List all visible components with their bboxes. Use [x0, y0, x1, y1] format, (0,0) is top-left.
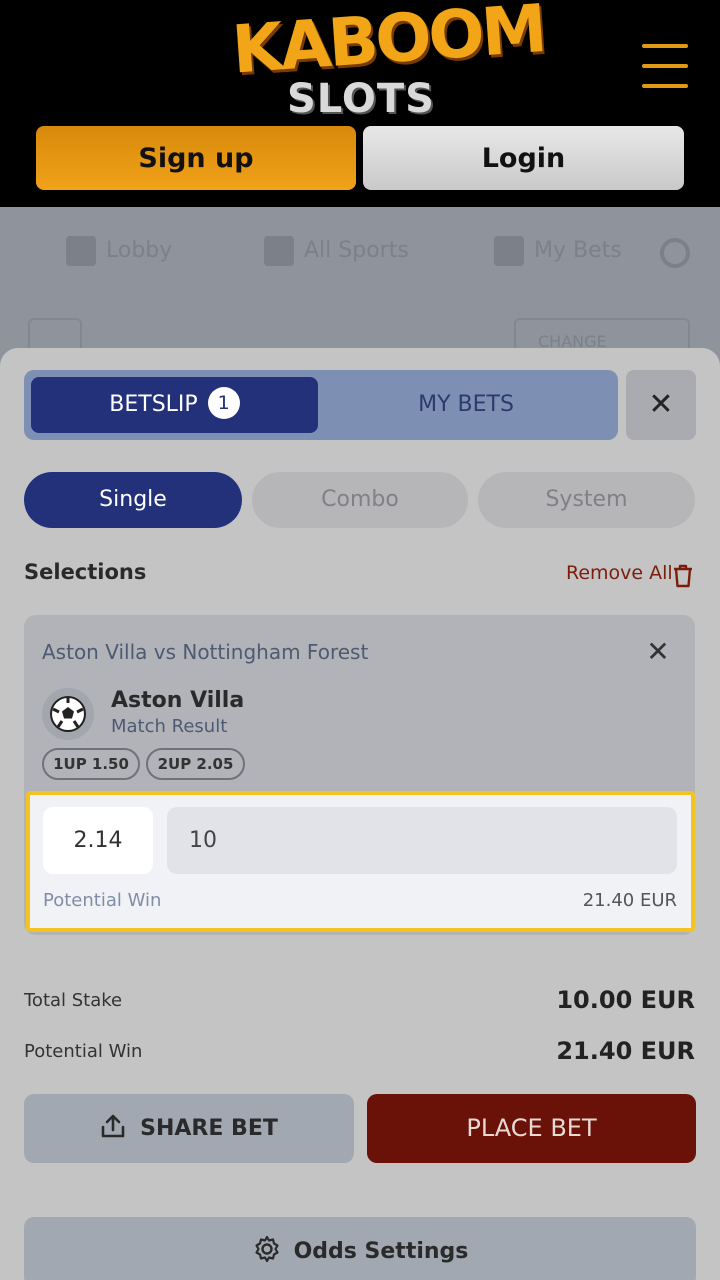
share-bet-label: SHARE BET: [140, 1116, 278, 1141]
selection-team: Aston Villa: [111, 688, 245, 713]
total-stake-value: 10.00 EUR: [556, 986, 695, 1014]
bet-type-combo[interactable]: Combo: [252, 472, 468, 528]
nav-my-bets-label: My Bets: [534, 238, 622, 263]
remove-all-link[interactable]: Remove All: [566, 562, 673, 584]
share-bet-button[interactable]: SHARE BET: [24, 1094, 354, 1163]
soccer-ball-icon: [42, 688, 94, 740]
close-icon: ✕: [648, 387, 674, 422]
odds-boost-chip-2up[interactable]: 2UP 2.05: [146, 748, 245, 780]
nav-all-sports-label: All Sports: [304, 238, 409, 263]
place-bet-button[interactable]: PLACE BET: [367, 1094, 696, 1163]
bet-type-single[interactable]: Single: [24, 472, 242, 528]
stake-input[interactable]: [167, 807, 677, 874]
selection-potential-win-value: 21.40 EUR: [582, 890, 677, 911]
share-icon: [101, 1114, 125, 1138]
selection-potential-win-label: Potential Win: [43, 890, 162, 911]
remove-selection-close-icon[interactable]: ✕: [642, 636, 674, 668]
odds-settings-label: Odds Settings: [293, 1239, 469, 1264]
nav-lobby-label: Lobby: [106, 238, 173, 263]
tab-betslip[interactable]: BETSLIP 1: [31, 377, 318, 433]
app-header: KABOOM SLOTS Sign up Login: [0, 0, 720, 207]
clipboard-icon: [494, 236, 524, 266]
close-betslip-button[interactable]: ✕: [626, 370, 696, 440]
match-name: Aston Villa vs Nottingham Forest: [42, 640, 369, 664]
search-icon: [660, 238, 690, 268]
betslip-count-badge: 1: [207, 387, 240, 419]
selections-heading: Selections: [24, 560, 147, 584]
signup-button[interactable]: Sign up: [36, 126, 356, 190]
tab-my-bets[interactable]: MY BETS: [318, 377, 614, 433]
sports-subnav: Lobby All Sports My Bets: [0, 222, 720, 282]
trash-icon[interactable]: [672, 564, 694, 588]
potential-win-value: 21.40 EUR: [556, 1037, 695, 1065]
selection-odds: 2.14: [43, 807, 153, 874]
logo-slots-text: SLOTS: [287, 76, 435, 122]
hamburger-menu-icon[interactable]: [642, 44, 688, 90]
login-button[interactable]: Login: [363, 126, 684, 190]
bet-type-system[interactable]: System: [478, 472, 695, 528]
tab-betslip-label: BETSLIP: [109, 392, 198, 417]
nav-lobby: Lobby: [66, 236, 172, 266]
nav-my-bets: My Bets: [494, 236, 622, 266]
nav-all-sports: All Sports: [264, 236, 409, 266]
list-icon: [264, 236, 294, 266]
odds-boost-chip-1up[interactable]: 1UP 1.50: [42, 748, 140, 780]
total-stake-label: Total Stake: [24, 990, 123, 1011]
kaboom-slots-logo[interactable]: KABOOM SLOTS: [230, 0, 547, 122]
gear-icon: [254, 1235, 279, 1263]
selection-market: Match Result: [111, 716, 228, 737]
home-icon: [66, 236, 96, 266]
odds-settings-button[interactable]: Odds Settings: [24, 1217, 696, 1280]
potential-win-label: Potential Win: [24, 1041, 143, 1062]
